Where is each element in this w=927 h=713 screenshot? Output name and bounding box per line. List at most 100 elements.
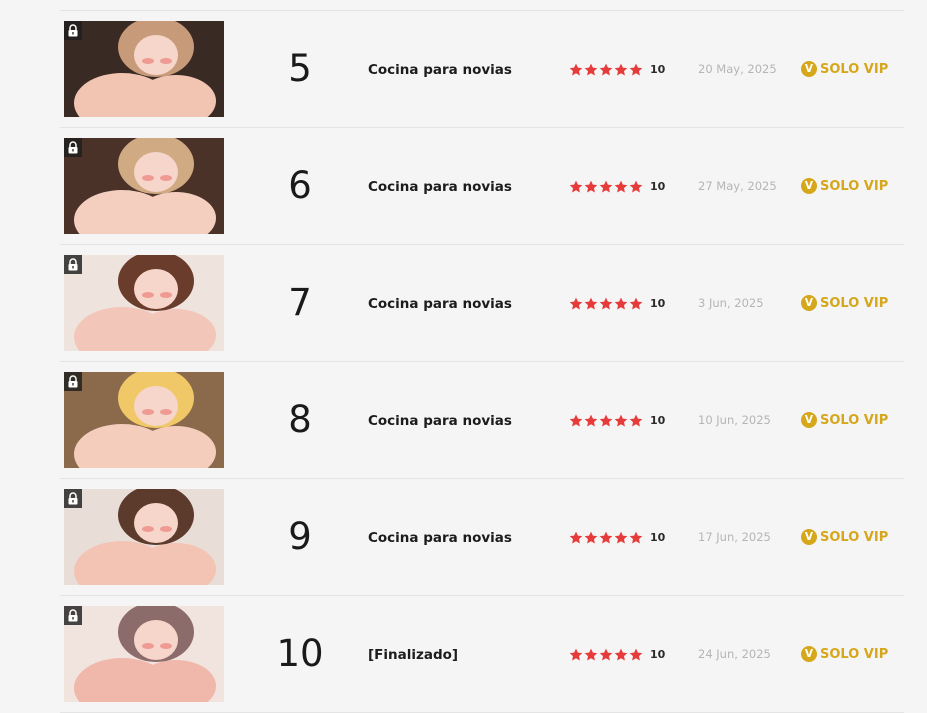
chapter-title[interactable]: Cocina para novias (368, 412, 512, 430)
chapter-thumbnail-art (64, 21, 224, 117)
star-icon (614, 648, 628, 661)
star-icon (614, 180, 628, 193)
chapter-row[interactable]: 6 Cocina para novias 10 27 May, 2025 V S… (60, 128, 904, 245)
rating-stars (569, 297, 643, 310)
vip-coin-icon: V (801, 529, 817, 545)
chapter-thumbnail[interactable] (64, 255, 224, 351)
vip-badge[interactable]: V SOLO VIP (801, 178, 888, 194)
star-icon (629, 531, 643, 544)
star-icon (599, 63, 613, 76)
chapter-date: 20 May, 2025 (698, 62, 777, 76)
vip-coin-icon: V (801, 178, 817, 194)
chapter-rating: 10 (569, 412, 665, 428)
star-icon (569, 531, 583, 544)
vip-label: SOLO VIP (820, 295, 889, 311)
star-icon (629, 414, 643, 427)
chapter-thumbnail[interactable] (64, 372, 224, 468)
chapter-date: 3 Jun, 2025 (698, 296, 764, 310)
chapter-number[interactable]: 10 (250, 632, 350, 676)
chapter-number[interactable]: 6 (250, 164, 350, 208)
rating-value: 10 (650, 530, 666, 544)
vip-label: SOLO VIP (820, 178, 889, 194)
lock-icon (64, 255, 82, 274)
chapter-title[interactable]: Cocina para novias (368, 295, 512, 313)
rating-stars (569, 648, 643, 661)
star-icon (629, 648, 643, 661)
star-icon (584, 297, 598, 310)
rating-stars (569, 531, 643, 544)
chapter-thumbnail-art (64, 255, 224, 351)
lock-icon (64, 489, 82, 508)
chapter-thumbnail[interactable] (64, 606, 224, 702)
lock-icon (64, 372, 82, 391)
chapter-date: 10 Jun, 2025 (698, 413, 771, 427)
rating-value: 10 (650, 647, 666, 661)
chapter-thumbnail-art (64, 489, 224, 585)
star-icon (629, 180, 643, 193)
chapter-row[interactable]: 8 Cocina para novias 10 10 Jun, 2025 V S… (60, 362, 904, 479)
chapter-number[interactable]: 5 (250, 47, 350, 91)
star-icon (569, 180, 583, 193)
chapter-number[interactable]: 7 (250, 281, 350, 325)
star-icon (584, 648, 598, 661)
star-icon (569, 63, 583, 76)
vip-coin-icon: V (801, 646, 817, 662)
vip-badge[interactable]: V SOLO VIP (801, 61, 888, 77)
star-icon (614, 297, 628, 310)
star-icon (584, 180, 598, 193)
vip-badge[interactable]: V SOLO VIP (801, 646, 888, 662)
star-icon (584, 63, 598, 76)
chapter-thumbnail[interactable] (64, 21, 224, 117)
chapter-title[interactable]: Cocina para novias (368, 178, 512, 196)
rating-value: 10 (650, 413, 666, 427)
star-icon (599, 414, 613, 427)
chapter-title[interactable]: Cocina para novias (368, 61, 512, 79)
star-icon (599, 531, 613, 544)
rating-stars (569, 180, 643, 193)
vip-coin-icon: V (801, 295, 817, 311)
chapter-row[interactable]: 9 Cocina para novias 10 17 Jun, 2025 V S… (60, 479, 904, 596)
chapter-thumbnail-art (64, 138, 224, 234)
star-icon (584, 414, 598, 427)
star-icon (599, 648, 613, 661)
vip-badge[interactable]: V SOLO VIP (801, 412, 888, 428)
star-icon (599, 180, 613, 193)
star-icon (614, 531, 628, 544)
chapter-rating: 10 (569, 646, 665, 662)
chapter-date: 27 May, 2025 (698, 179, 777, 193)
chapter-row[interactable]: 7 Cocina para novias 10 3 Jun, 2025 V SO… (60, 245, 904, 362)
vip-label: SOLO VIP (820, 646, 889, 662)
chapter-thumbnail[interactable] (64, 138, 224, 234)
star-icon (569, 648, 583, 661)
chapter-list: 5 Cocina para novias 10 20 May, 2025 V S… (60, 10, 904, 713)
star-icon (599, 297, 613, 310)
star-icon (614, 63, 628, 76)
star-icon (629, 297, 643, 310)
chapter-row[interactable]: 5 Cocina para novias 10 20 May, 2025 V S… (60, 11, 904, 128)
chapter-date: 17 Jun, 2025 (698, 530, 771, 544)
chapter-title[interactable]: Cocina para novias (368, 529, 512, 547)
star-icon (584, 531, 598, 544)
vip-label: SOLO VIP (820, 61, 889, 77)
vip-coin-icon: V (801, 412, 817, 428)
chapter-thumbnail[interactable] (64, 489, 224, 585)
vip-badge[interactable]: V SOLO VIP (801, 529, 888, 545)
lock-icon (64, 138, 82, 157)
chapter-thumbnail-art (64, 372, 224, 468)
rating-value: 10 (650, 62, 666, 76)
chapter-rating: 10 (569, 529, 665, 545)
vip-coin-icon: V (801, 61, 817, 77)
chapter-number[interactable]: 8 (250, 398, 350, 442)
chapter-row[interactable]: 10 [Finalizado] 10 24 Jun, 2025 V SOLO V… (60, 596, 904, 713)
vip-label: SOLO VIP (820, 412, 889, 428)
chapter-thumbnail-art (64, 606, 224, 702)
chapter-number[interactable]: 9 (250, 515, 350, 559)
rating-value: 10 (650, 296, 666, 310)
lock-icon (64, 21, 82, 40)
chapter-title[interactable]: [Finalizado] (368, 646, 458, 664)
rating-stars (569, 63, 643, 76)
chapter-rating: 10 (569, 61, 665, 77)
vip-badge[interactable]: V SOLO VIP (801, 295, 888, 311)
star-icon (569, 297, 583, 310)
star-icon (569, 414, 583, 427)
